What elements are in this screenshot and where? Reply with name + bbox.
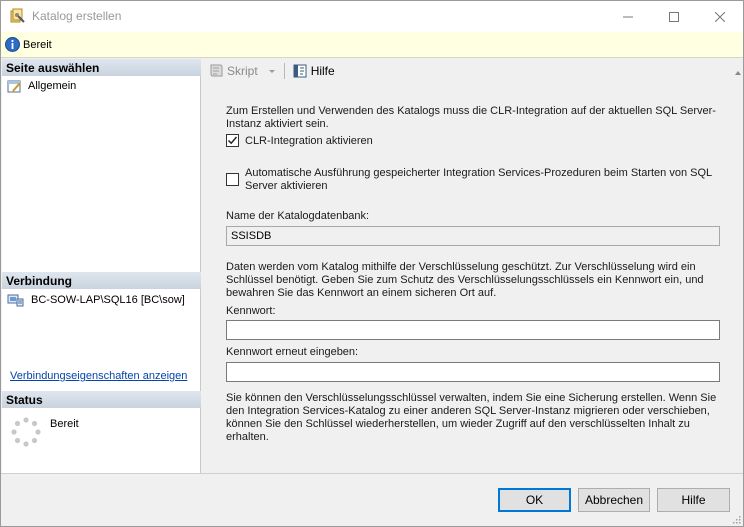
- title-bar: Katalog erstellen: [1, 1, 743, 32]
- password-field[interactable]: [226, 320, 720, 340]
- help-button[interactable]: Hilfe: [657, 488, 730, 512]
- script-button[interactable]: Skript: [205, 60, 280, 82]
- catalog-icon: [10, 8, 25, 23]
- minimize-icon: [623, 16, 633, 17]
- cancel-button[interactable]: Abbrechen: [578, 488, 650, 512]
- view-connection-properties-link[interactable]: Verbindungseigenschaften anzeigen: [10, 370, 187, 382]
- scroll-up-arrow-icon[interactable]: [734, 63, 742, 83]
- progress-spinner: [10, 416, 42, 451]
- help-toolbar-label: Hilfe: [310, 64, 335, 78]
- minimize-button[interactable]: [605, 1, 651, 32]
- chevron-down-icon[interactable]: [267, 66, 277, 76]
- dialog-button-bar: OK Abbrechen Hilfe: [1, 473, 743, 526]
- toolbar: Skript Hilfe: [202, 59, 742, 83]
- encryption-info-text: Daten werden vom Katalog mithilfe der Ve…: [226, 261, 704, 299]
- maximize-icon: [669, 11, 679, 22]
- main-content-pane: Skript Hilfe Zum Erstellen und Verwenden…: [202, 59, 742, 473]
- catalog-db-name-label: Name der Katalogdatenbank:: [226, 210, 370, 222]
- auto-execution-checkbox[interactable]: [226, 173, 239, 186]
- catalog-db-name-field[interactable]: SSISDB: [226, 226, 720, 246]
- status-header: Status: [2, 391, 201, 408]
- close-icon: [715, 11, 725, 22]
- password-confirm-label: Kennwort erneut eingeben:: [226, 346, 359, 358]
- backup-info-text: Sie können den Verschlüsselungsschlüssel…: [226, 392, 717, 443]
- progress-spinner-icon: [11, 417, 41, 447]
- connection-item: BC-SOW-LAP\SQL16 [BC\sow]: [7, 293, 185, 307]
- toolbar-separator: [283, 63, 285, 79]
- select-page-header: Seite auswählen: [2, 59, 201, 76]
- maximize-button[interactable]: [651, 1, 697, 32]
- clr-integration-label: CLR-Integration aktivieren: [245, 135, 373, 147]
- page-wrench-icon: [7, 80, 21, 93]
- server-connection-icon: [7, 294, 24, 307]
- connection-header: Verbindung: [2, 272, 201, 289]
- help-toolbar-button[interactable]: Hilfe: [289, 60, 338, 82]
- left-navigation-pane: Seite auswählen Allgemein Verbindung BC-…: [2, 59, 201, 473]
- close-button[interactable]: [697, 1, 743, 32]
- script-icon: [210, 64, 223, 77]
- page-item-allgemein[interactable]: Allgemein: [7, 79, 76, 93]
- checkmark-icon: [227, 136, 238, 145]
- status-text: Bereit: [50, 418, 79, 430]
- connection-text: BC-SOW-LAP\SQL16 [BC\sow]: [31, 294, 185, 306]
- clr-integration-checkbox[interactable]: [226, 134, 239, 147]
- window-title: Katalog erstellen: [32, 9, 122, 23]
- script-label: Skript: [227, 64, 258, 78]
- password-confirm-field[interactable]: [226, 362, 720, 382]
- password-label: Kennwort:: [226, 305, 276, 317]
- info-icon: [5, 37, 20, 52]
- page-item-label: Allgemein: [28, 80, 77, 92]
- auto-execution-label: Automatische Ausführung gespeicherter In…: [245, 167, 712, 192]
- resize-grip-icon[interactable]: [731, 514, 741, 524]
- status-info-bar: Bereit: [1, 32, 743, 58]
- info-status-text: Bereit: [23, 39, 52, 51]
- help-book-icon: [293, 64, 307, 78]
- ok-button[interactable]: OK: [498, 488, 571, 512]
- clr-info-text: Zum Erstellen und Verwenden des Katalogs…: [226, 105, 716, 130]
- dialog-window: Katalog erstellen Bereit Seite auswählen: [0, 0, 744, 527]
